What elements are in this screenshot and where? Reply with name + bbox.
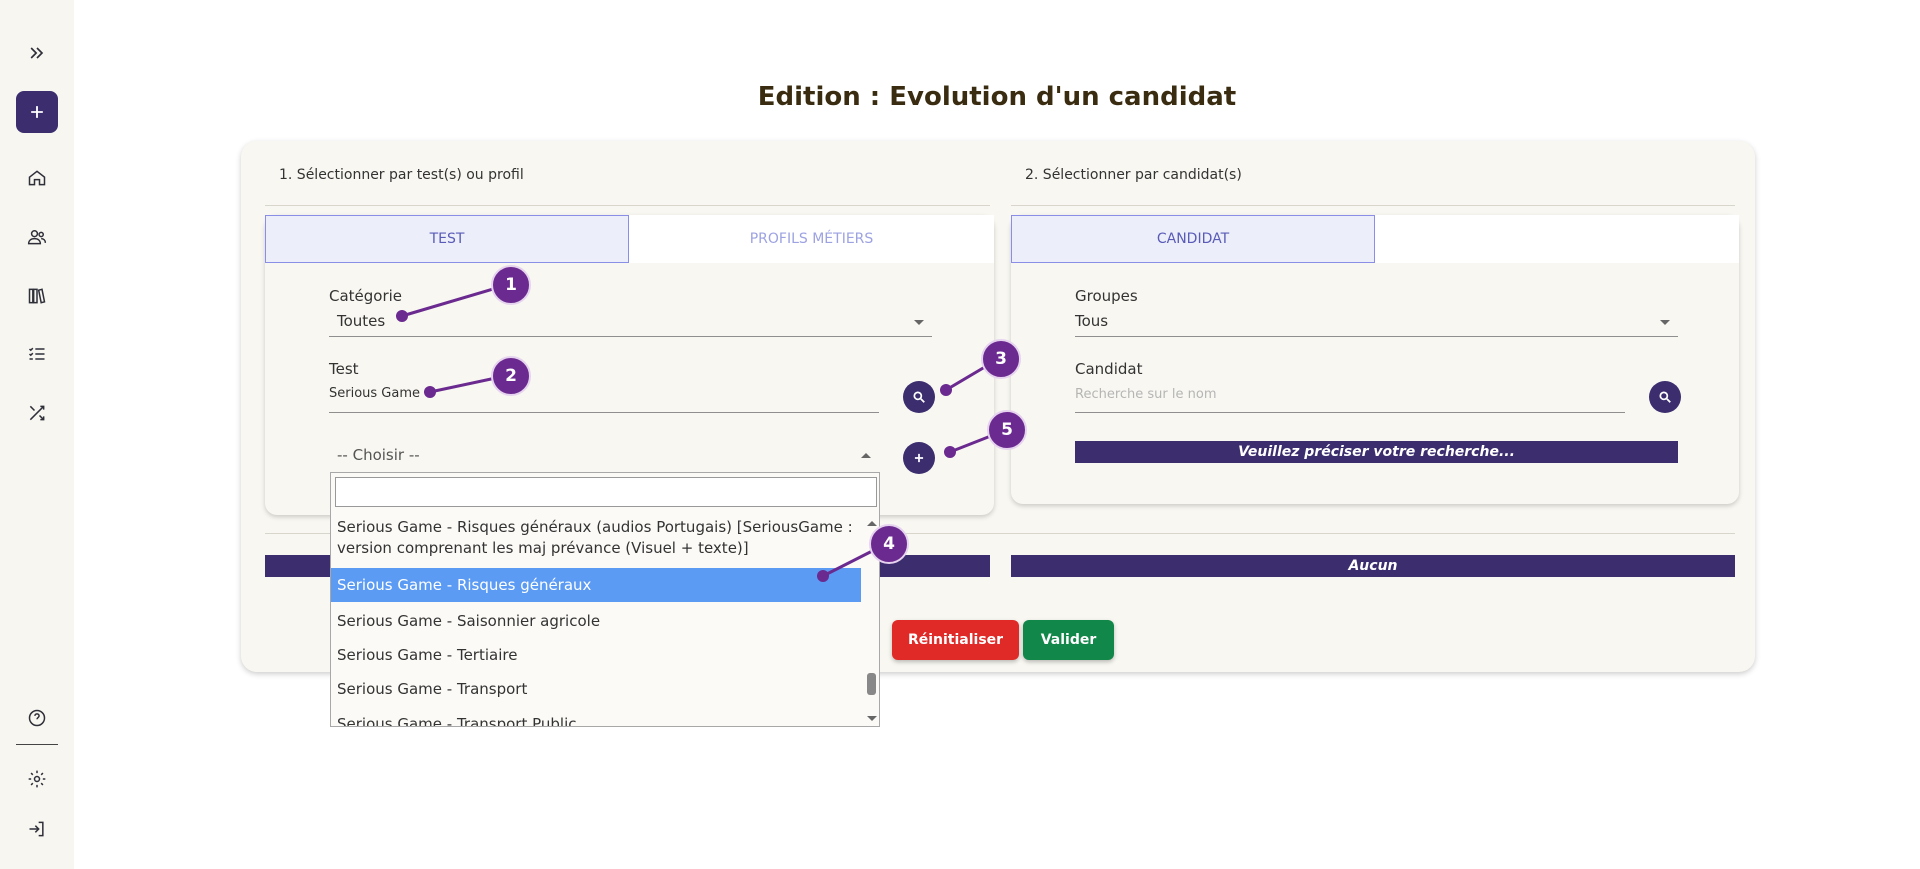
marker-2: 2 (491, 356, 531, 396)
groupes-label: Groupes (1075, 287, 1138, 305)
sidebar-divider (16, 744, 58, 745)
choisir-select[interactable]: -- Choisir -- (337, 446, 420, 464)
add-button[interactable] (16, 91, 58, 133)
candidat-label: Candidat (1075, 360, 1143, 378)
expand-icon[interactable] (16, 32, 58, 74)
left-section-divider (265, 205, 990, 206)
library-icon[interactable] (16, 275, 58, 317)
marker-5: 5 (987, 410, 1027, 450)
search-icon (913, 391, 925, 403)
marker-1-dot (396, 310, 408, 322)
tab-test[interactable]: TEST (265, 215, 629, 263)
checklist-icon[interactable] (16, 333, 58, 375)
marker-4: 4 (869, 524, 909, 564)
categorie-select[interactable]: Toutes (337, 312, 385, 330)
marker-5-dot (944, 446, 956, 458)
scrollbar-thumb[interactable] (867, 673, 876, 695)
tab-profils-metiers[interactable]: PROFILS MÉTIERS (629, 215, 994, 263)
plus-icon (914, 453, 924, 463)
right-tabbar: CANDIDAT (1011, 215, 1739, 263)
right-section-divider (1011, 205, 1735, 206)
marker-3-dot (940, 384, 952, 396)
dropdown-option[interactable]: Serious Game - Saisonnier agricole (331, 604, 861, 638)
chevron-down-icon (914, 320, 924, 325)
test-dropdown: Serious Game - Risques généraux (audios … (330, 472, 880, 727)
left-tabbar: TEST PROFILS MÉTIERS (265, 215, 994, 263)
left-panel: TEST PROFILS MÉTIERS Catégorie Toutes Te… (265, 215, 994, 515)
marker-4-dot (817, 570, 829, 582)
settings-icon[interactable] (16, 758, 58, 800)
groupes-underline (1075, 336, 1678, 337)
help-icon[interactable] (16, 697, 58, 739)
chevron-down-icon (1660, 320, 1670, 325)
dropdown-option[interactable]: Serious Game - Transport Public (331, 707, 861, 726)
logout-icon[interactable] (16, 808, 58, 850)
candidat-search-input[interactable]: Recherche sur le nom (1075, 387, 1217, 402)
groupes-select[interactable]: Tous (1075, 312, 1108, 330)
candidat-underline (1075, 412, 1625, 413)
tab-candidat[interactable]: CANDIDAT (1011, 215, 1375, 263)
reset-button[interactable]: Réinitialiser (892, 620, 1019, 660)
right-panel: CANDIDAT Groupes Tous Candidat Recherche… (1011, 215, 1739, 504)
test-search-button[interactable] (903, 381, 935, 413)
users-icon[interactable] (16, 216, 58, 258)
search-icon (1659, 391, 1671, 403)
scroll-up-icon[interactable] (867, 521, 877, 526)
categorie-underline (329, 336, 932, 337)
dropdown-option[interactable]: Serious Game - Risques généraux (audios … (331, 517, 861, 559)
page-title: Edition : Evolution d'un candidat (757, 82, 1237, 112)
sidebar (0, 0, 74, 869)
test-input[interactable]: Serious Game (329, 386, 420, 401)
dropdown-search-input[interactable] (335, 477, 877, 507)
test-underline (329, 412, 879, 413)
marker-3: 3 (981, 339, 1021, 379)
chevron-up-icon (861, 453, 871, 458)
dropdown-option[interactable]: Serious Game - Transport (331, 672, 861, 706)
marker-2-dot (424, 386, 436, 398)
left-section-title: 1. Sélectionner par test(s) ou profil (279, 167, 524, 183)
tab-empty (1375, 215, 1739, 263)
marker-1: 1 (491, 265, 531, 305)
candidat-search-button[interactable] (1649, 381, 1681, 413)
search-notice: Veuillez préciser votre recherche... (1075, 441, 1678, 463)
shuffle-icon[interactable] (16, 392, 58, 434)
test-label: Test (329, 360, 359, 378)
categorie-label: Catégorie (329, 287, 403, 305)
dropdown-option-selected[interactable]: Serious Game - Risques généraux (331, 568, 861, 602)
validate-button[interactable]: Valider (1023, 620, 1114, 660)
plus-icon (31, 106, 43, 118)
right-section-title: 2. Sélectionner par candidat(s) (1025, 167, 1242, 183)
dropdown-option[interactable]: Serious Game - Tertiaire (331, 638, 861, 672)
scroll-down-icon[interactable] (867, 716, 877, 721)
add-test-button[interactable] (903, 442, 935, 474)
home-icon[interactable] (16, 157, 58, 199)
right-result-bar: Aucun (1011, 555, 1735, 577)
